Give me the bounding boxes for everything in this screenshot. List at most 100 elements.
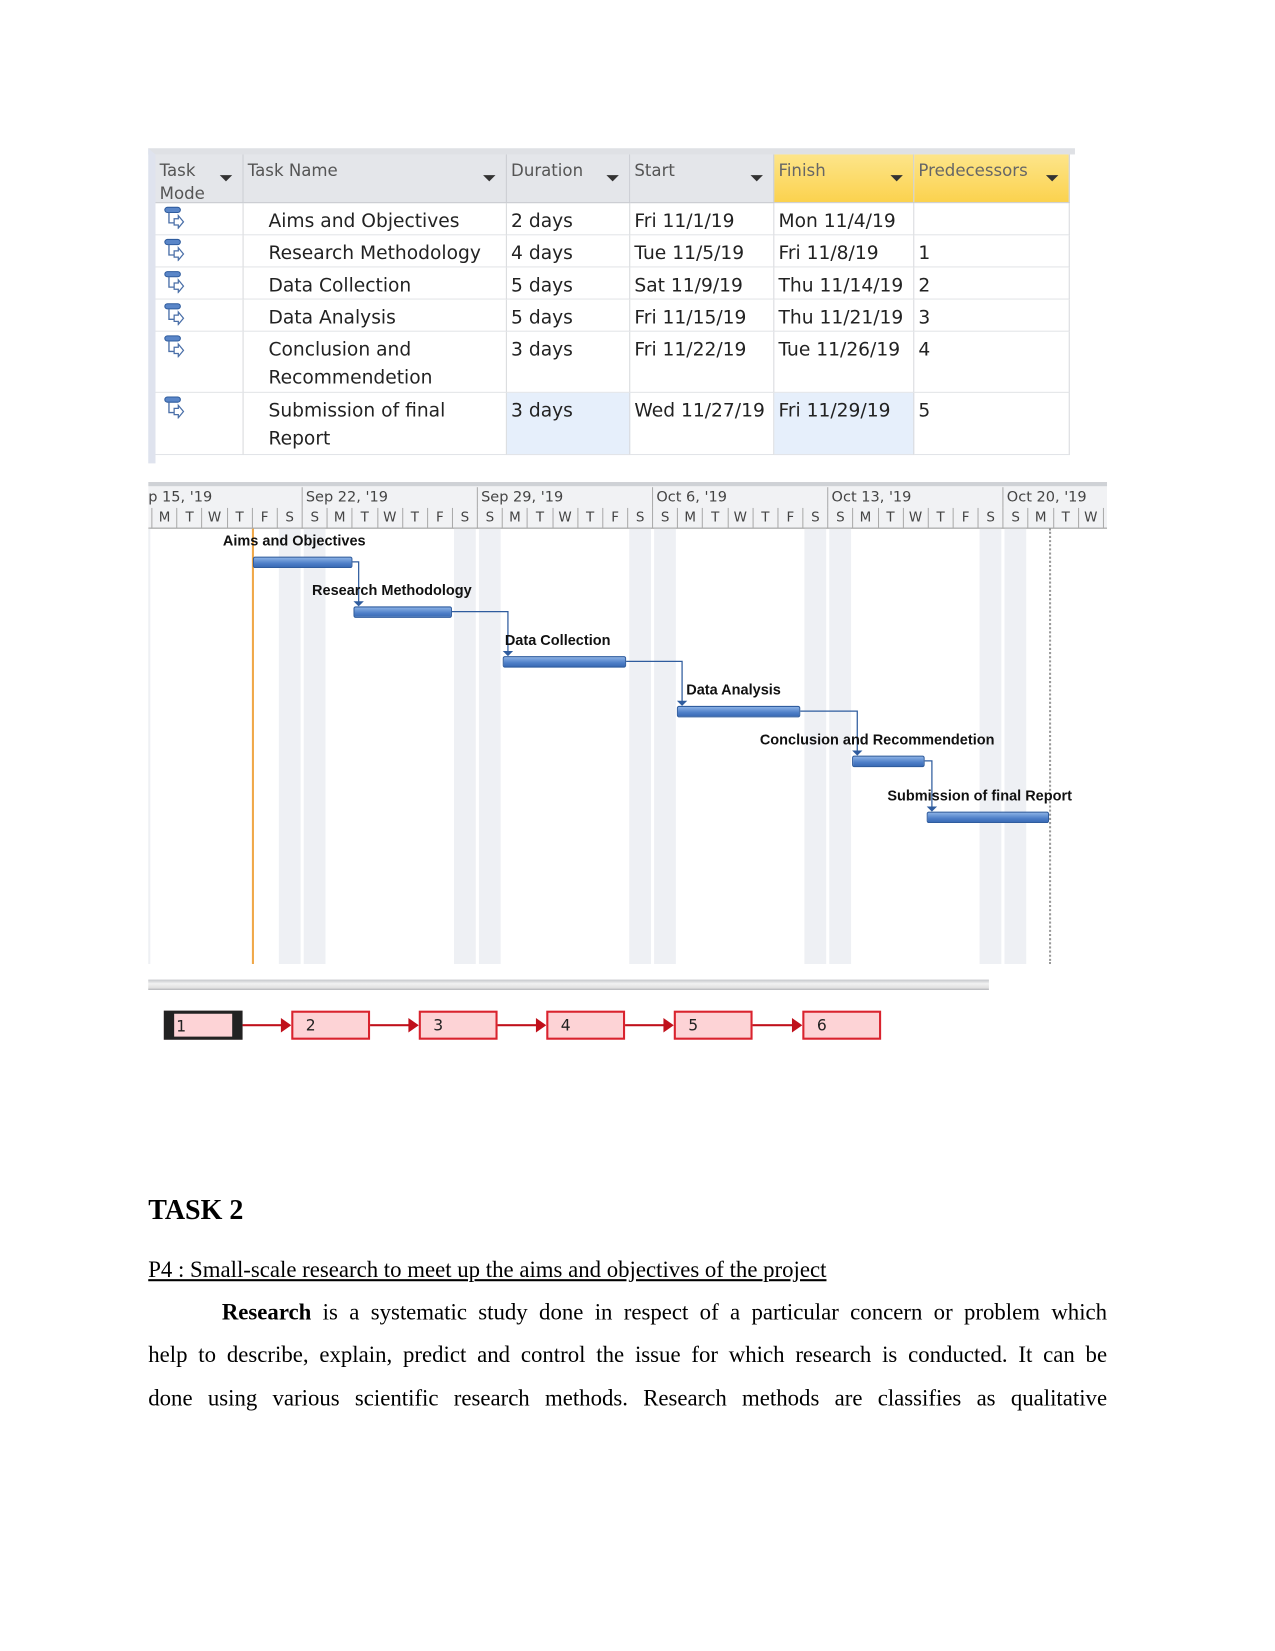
cell-text: Submission of final Report	[268, 400, 446, 450]
paragraph-line: done using various scientific research m…	[148, 1384, 1108, 1411]
cell-predecessors[interactable]: 3	[914, 299, 1070, 332]
cell-task-name[interactable]: Aims and Objectives	[243, 203, 507, 236]
auto-scheduled-task-icon	[164, 271, 185, 295]
network-node[interactable]: 2	[291, 1010, 371, 1040]
network-arrow	[625, 1017, 674, 1033]
cell-text: Research Methodology	[268, 242, 481, 265]
cell-duration[interactable]: 3 days	[506, 392, 631, 456]
cell-task-mode[interactable]	[155, 392, 244, 456]
network-node[interactable]: 4	[546, 1010, 626, 1040]
cell-predecessors[interactable]	[914, 203, 1070, 236]
cell-task-mode[interactable]	[155, 267, 244, 300]
bar-label: Data Analysis	[686, 681, 781, 698]
cell-text: Sat 11/9/19	[634, 274, 743, 297]
cell-start[interactable]: Fri 11/15/19	[630, 299, 775, 332]
text: is a systematic study done in respect of…	[311, 1298, 1108, 1325]
cell-duration[interactable]: 3 days	[506, 331, 631, 393]
bar-label: Research Methodology	[312, 581, 472, 599]
section-heading: TASK 2	[148, 1194, 244, 1226]
header-label: Predecessors	[918, 160, 1028, 181]
cell-text: Tue 11/5/19	[634, 242, 745, 265]
dropdown-arrow-icon[interactable]	[1045, 175, 1059, 182]
network-node[interactable]: 1	[163, 1010, 243, 1040]
column-header-duration[interactable]: Duration	[506, 154, 631, 204]
cell-text: 1	[918, 242, 931, 265]
cell-finish[interactable]: Tue 11/26/19	[774, 331, 915, 393]
cell-text: Fri 11/1/19	[634, 210, 735, 233]
cell-text: Data Analysis	[268, 306, 396, 329]
cell-duration[interactable]: 2 days	[506, 203, 631, 236]
cell-duration[interactable]: 4 days	[506, 235, 631, 268]
network-arrow	[242, 1017, 292, 1033]
column-header-start[interactable]: Start	[630, 154, 775, 204]
cell-text: 5 days	[511, 306, 573, 329]
cell-task-name[interactable]: Data Collection	[243, 267, 507, 300]
cell-start[interactable]: Fri 11/1/19	[630, 203, 775, 236]
auto-scheduled-task-icon	[164, 335, 185, 359]
cell-start[interactable]: Tue 11/5/19	[630, 235, 775, 268]
network-node[interactable]: 3	[418, 1010, 498, 1040]
cell-text: Conclusion and Recommendetion	[268, 338, 433, 389]
task-bar[interactable]	[252, 556, 353, 569]
task-bar[interactable]	[852, 755, 925, 768]
cell-predecessors[interactable]: 1	[914, 235, 1070, 268]
network-arrow	[752, 1017, 803, 1033]
cell-finish[interactable]: Thu 11/21/19	[774, 299, 915, 332]
cell-predecessors[interactable]: 2	[914, 267, 1070, 300]
dropdown-arrow-icon[interactable]	[750, 175, 763, 182]
cell-finish[interactable]: Fri 11/29/19	[774, 392, 915, 456]
cell-duration[interactable]: 5 days	[506, 267, 631, 300]
horizontal-scrollbar[interactable]	[148, 979, 989, 990]
cell-duration[interactable]: 5 days	[506, 299, 631, 332]
cell-task-name[interactable]: Research Methodology	[243, 235, 507, 268]
cell-task-mode[interactable]	[155, 203, 244, 236]
bar-label: Conclusion and Recommendetion	[759, 730, 995, 748]
cell-text: 3 days	[511, 338, 573, 361]
bar-label: Submission of final Report	[887, 786, 1072, 804]
cell-predecessors[interactable]: 5	[914, 392, 1070, 456]
dropdown-arrow-icon[interactable]	[890, 175, 903, 182]
column-header-task-name[interactable]: Task Name	[243, 154, 507, 204]
cell-text: 3 days	[511, 400, 573, 422]
column-header-finish[interactable]: Finish	[774, 154, 915, 204]
cell-task-mode[interactable]	[155, 299, 244, 332]
task-bar[interactable]	[926, 811, 1050, 824]
auto-scheduled-task-icon	[164, 206, 185, 230]
task-bar[interactable]	[502, 656, 627, 668]
cell-task-name[interactable]: Conclusion and Recommendetion	[243, 331, 507, 393]
cell-finish[interactable]: Fri 11/8/19	[774, 235, 915, 268]
cell-task-mode[interactable]	[155, 331, 244, 393]
cell-text: Data Collection	[268, 274, 412, 297]
cell-text: 5 days	[511, 274, 573, 297]
network-node[interactable]: 6	[802, 1010, 882, 1040]
node-id: 6	[816, 1015, 827, 1035]
auto-scheduled-task-icon	[164, 396, 185, 420]
cell-text: Fri 11/15/19	[634, 306, 747, 329]
cell-start[interactable]: Sat 11/9/19	[630, 267, 775, 300]
cell-text: Thu 11/21/19	[778, 306, 904, 329]
network-node[interactable]: 5	[673, 1010, 753, 1040]
cell-predecessors[interactable]: 4	[914, 331, 1070, 393]
node-id: 5	[688, 1015, 699, 1035]
node-id: 1	[176, 1016, 187, 1036]
cell-task-name[interactable]: Submission of final Report	[243, 392, 507, 456]
cell-start[interactable]: Wed 11/27/19	[630, 392, 775, 456]
gantt-chart: SMTWTFSSMTWTFSSMTWTFSSMTWTFSSMTWTFSSMTWT…	[148, 482, 1108, 965]
cell-task-mode[interactable]	[155, 235, 244, 268]
cell-finish[interactable]: Thu 11/14/19	[774, 267, 915, 300]
dropdown-arrow-icon[interactable]	[219, 175, 233, 182]
dropdown-arrow-icon[interactable]	[483, 175, 496, 182]
task-bar[interactable]	[676, 705, 801, 718]
cell-task-name[interactable]: Data Analysis	[243, 299, 507, 332]
column-header-task-mode[interactable]: Task Mode	[155, 154, 244, 204]
cell-text: Fri 11/22/19	[634, 338, 747, 361]
cell-finish[interactable]: Mon 11/4/19	[774, 203, 915, 236]
dependency-links	[352, 561, 938, 812]
dependency-link	[451, 610, 509, 654]
dropdown-arrow-icon[interactable]	[606, 175, 619, 182]
paragraph-line: Research is a systematic study done in r…	[148, 1299, 1107, 1326]
cell-start[interactable]: Fri 11/22/19	[630, 331, 775, 393]
column-header-predecessors[interactable]: Predecessors	[914, 154, 1070, 204]
header-label: Task Mode	[159, 160, 205, 204]
task-bar[interactable]	[353, 606, 452, 618]
